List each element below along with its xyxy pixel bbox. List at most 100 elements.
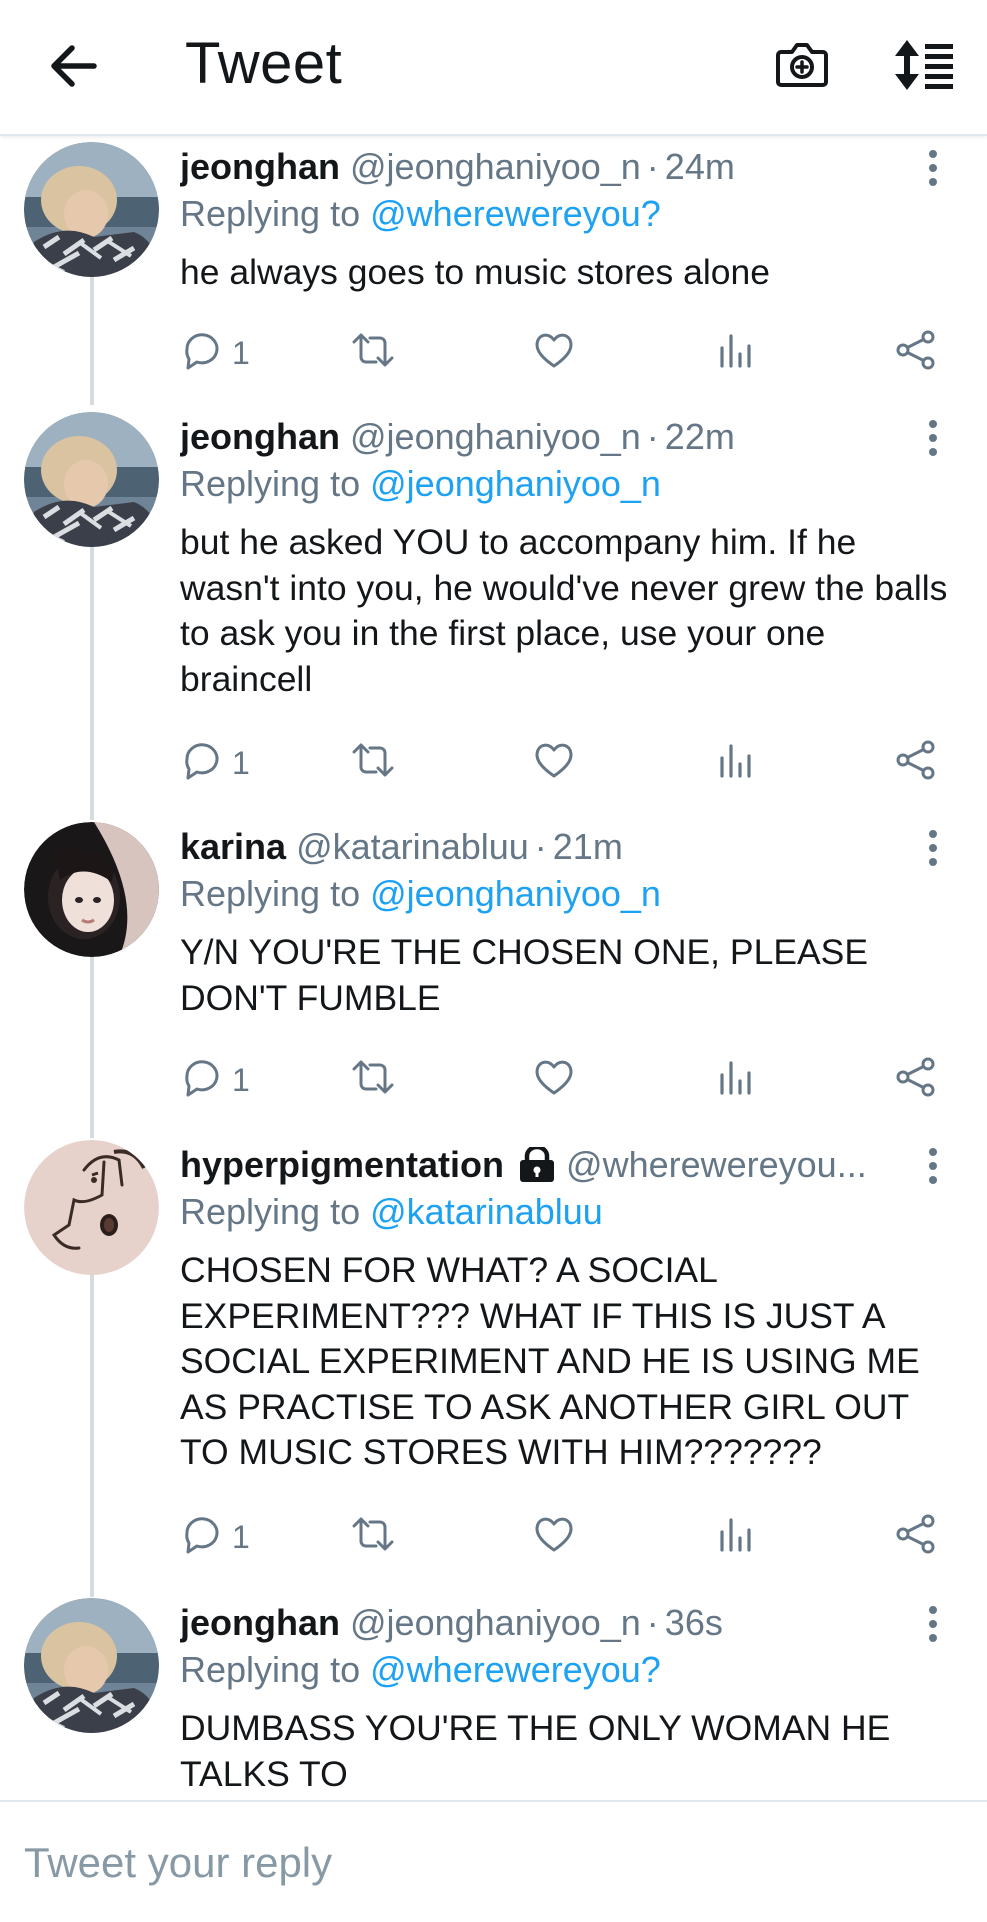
analytics-icon [720, 1518, 751, 1552]
replying-to-mention[interactable]: @jeonghaniyoo_n [370, 873, 661, 914]
replying-to-line: Replying to @wherewereyou? [180, 1645, 661, 1695]
tweet-text: he always goes to music stores alone [180, 252, 770, 292]
analytics-icon [720, 744, 751, 778]
like-button[interactable] [532, 1055, 576, 1105]
tweet-header: karina @katarinabluu · 21m [180, 822, 917, 872]
timestamp[interactable]: 21m [553, 826, 623, 867]
tweet-header: jeonghan @jeonghaniyoo_n · 24m [180, 142, 917, 192]
back-button[interactable] [44, 40, 104, 92]
doodle-face-avatar [24, 1140, 159, 1275]
like-button[interactable] [532, 738, 576, 788]
replying-label: Replying to [180, 873, 361, 914]
heart-icon [535, 743, 573, 778]
reply-count: 1 [232, 335, 250, 371]
retweet-button[interactable] [350, 738, 396, 788]
timestamp[interactable]: 22m [665, 416, 735, 457]
share-button[interactable] [894, 1512, 938, 1562]
top-bar: Tweet [0, 0, 987, 136]
analytics-icon [720, 334, 751, 368]
tweet-header: hyperpigmentation @wherewereyou... [180, 1140, 917, 1190]
reply-icon [185, 743, 219, 780]
reply-button[interactable]: 1 [180, 1055, 250, 1105]
avatar[interactable] [24, 1140, 159, 1275]
retweet-icon [352, 743, 394, 777]
more-vertical-icon [929, 830, 937, 866]
username[interactable]: @wherewereyou... [566, 1144, 867, 1185]
replying-to-mention[interactable]: @jeonghaniyoo_n [370, 463, 661, 504]
analytics-button[interactable] [712, 1055, 756, 1105]
username[interactable]: @jeonghaniyoo_n [350, 416, 641, 457]
display-name[interactable]: hyperpigmentation [180, 1144, 504, 1185]
more-options-button[interactable] [918, 1600, 948, 1652]
replying-to-line: Replying to @jeonghaniyoo_n [180, 459, 661, 509]
analytics-button[interactable] [712, 328, 756, 378]
timestamp[interactable]: 24m [665, 146, 735, 187]
timestamp[interactable]: 36s [665, 1602, 723, 1643]
tweet-text: but he asked YOU to accompany him. If he… [180, 522, 948, 699]
reply-button[interactable]: 1 [180, 738, 250, 788]
username[interactable]: @jeonghaniyoo_n [350, 146, 641, 187]
separator: · [534, 826, 547, 867]
share-icon [896, 1057, 935, 1097]
share-button[interactable] [894, 738, 938, 788]
sort-list-icon [895, 40, 953, 90]
camera-plus-icon [776, 43, 828, 87]
separator: · [646, 1602, 659, 1643]
like-button[interactable] [532, 328, 576, 378]
tweet-text: CHOSEN FOR WHAT? A SOCIAL EXPERIMENT??? … [180, 1250, 920, 1472]
reply-button[interactable]: 1 [180, 1512, 250, 1562]
avatar[interactable] [24, 822, 159, 957]
replying-to-mention[interactable]: @wherewereyou? [370, 1649, 661, 1690]
display-name[interactable]: karina [180, 826, 286, 867]
blonde-person-avatar [24, 142, 159, 277]
avatar[interactable] [24, 1598, 159, 1733]
sort-replies-button[interactable] [891, 38, 957, 92]
username[interactable]: @katarinabluu [296, 826, 529, 867]
heart-icon [535, 1060, 573, 1095]
more-vertical-icon [929, 1606, 937, 1642]
reply-icon [185, 1517, 219, 1554]
more-options-button[interactable] [918, 414, 948, 466]
tweet-actions: 1 [180, 1512, 940, 1562]
reply-count: 1 [232, 1519, 250, 1555]
like-button[interactable] [532, 1512, 576, 1562]
reply-button[interactable]: 1 [180, 328, 250, 378]
replying-to-mention[interactable]: @wherewereyou? [370, 193, 661, 234]
reply-icon [185, 1060, 219, 1097]
retweet-button[interactable] [350, 328, 396, 378]
retweet-icon [352, 1517, 394, 1551]
replying-label: Replying to [180, 193, 361, 234]
analytics-icon [720, 1061, 751, 1095]
lock-icon [520, 1147, 555, 1182]
retweet-button[interactable] [350, 1512, 396, 1562]
tweet-header: jeonghan @jeonghaniyoo_n · 22m [180, 412, 917, 462]
reply-count: 1 [232, 1062, 250, 1098]
analytics-button[interactable] [712, 738, 756, 788]
thread-connector [90, 545, 94, 820]
reply-icon [185, 333, 219, 370]
replying-to-line: Replying to @katarinabluu [180, 1187, 603, 1237]
reply-input[interactable] [22, 1832, 926, 1894]
more-options-button[interactable] [918, 144, 948, 196]
avatar[interactable] [24, 412, 159, 547]
more-options-button[interactable] [918, 1142, 948, 1194]
tweet-text: Y/N YOU'RE THE CHOSEN ONE, PLEASE DON'T … [180, 932, 869, 1018]
reply-composer-bar [0, 1800, 987, 1922]
camera-button[interactable] [774, 36, 830, 92]
display-name[interactable]: jeonghan [180, 146, 340, 187]
avatar[interactable] [24, 142, 159, 277]
retweet-button[interactable] [350, 1055, 396, 1105]
thread-connector [90, 275, 94, 405]
more-options-button[interactable] [918, 824, 948, 876]
thread-connector [90, 955, 94, 1138]
share-button[interactable] [894, 328, 938, 378]
analytics-button[interactable] [712, 1512, 756, 1562]
separator: · [646, 416, 659, 457]
username[interactable]: @jeonghaniyoo_n [350, 1602, 641, 1643]
tweet-header: jeonghan @jeonghaniyoo_n · 36s [180, 1598, 917, 1648]
share-button[interactable] [894, 1055, 938, 1105]
display-name[interactable]: jeonghan [180, 1602, 340, 1643]
thread-connector [90, 1272, 94, 1597]
display-name[interactable]: jeonghan [180, 416, 340, 457]
replying-to-mention[interactable]: @katarinabluu [370, 1191, 603, 1232]
